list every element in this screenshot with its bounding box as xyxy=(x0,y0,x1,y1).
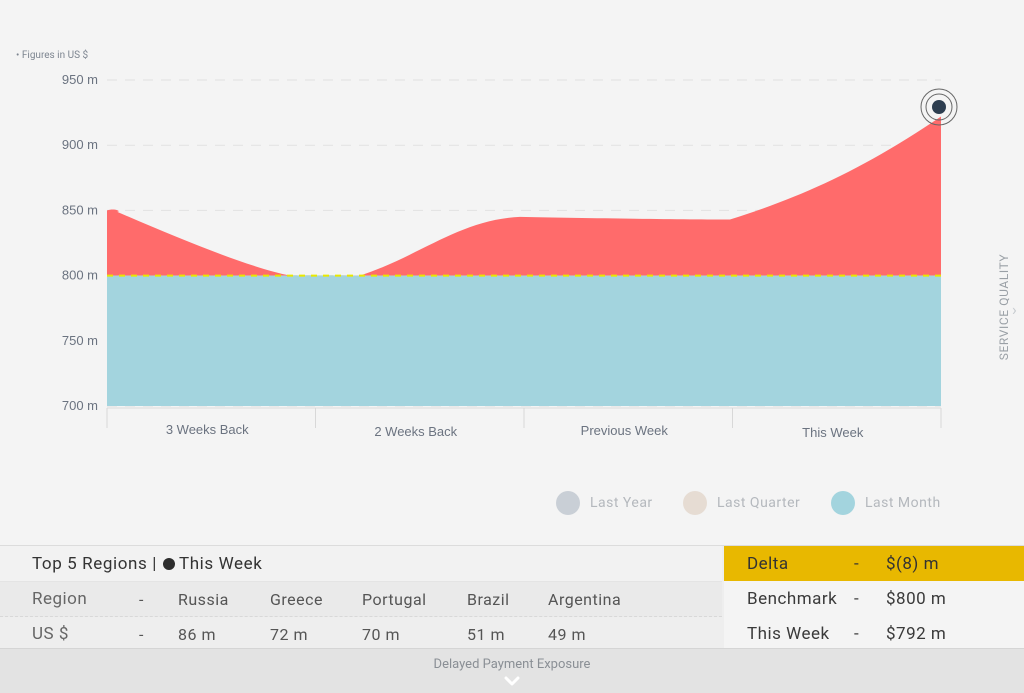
legend-item-last-month[interactable]: Last Month xyxy=(831,490,941,516)
table-row-values: US $ - 86 m 72 m 70 m 51 m 49 m xyxy=(0,617,722,651)
service-quality-label: SERVICE QUALITY xyxy=(997,253,1011,361)
region-name: Greece xyxy=(270,590,323,609)
delta-label: Delta xyxy=(747,554,789,574)
legend-label: Last Quarter xyxy=(717,495,801,511)
top-regions-table: Top 5 Regions | This Week Region - Russia… xyxy=(0,546,722,651)
this-week-value: $792 m xyxy=(886,624,947,644)
y-axis-ticks: 950 m 900 m 850 m 800 m 750 m 700 m xyxy=(62,72,98,413)
region-name: Brazil xyxy=(467,590,510,609)
region-value: 49 m xyxy=(548,625,586,644)
y-tick-label: 850 m xyxy=(62,202,98,217)
bottom-panel: Top 5 Regions | This Week Region - Russia… xyxy=(0,545,1024,651)
y-tick-label: 950 m xyxy=(62,72,98,87)
delta-value: $(8) m xyxy=(886,554,939,574)
chart-panel: • Figures in US $ 950 m 900 m 850 m 800 m 75… xyxy=(0,0,1024,545)
chevron-down-icon[interactable] xyxy=(504,675,520,689)
legend-label: Last Year xyxy=(590,495,653,511)
region-value: 72 m xyxy=(270,625,308,644)
y-tick-label: 750 m xyxy=(62,333,98,348)
area-above-benchmark xyxy=(107,116,941,280)
row-dash: - xyxy=(854,554,860,574)
chevron-right-icon[interactable]: › xyxy=(1012,300,1017,319)
region-value: 51 m xyxy=(467,625,505,644)
legend-dot xyxy=(831,491,855,515)
region-value: 70 m xyxy=(362,625,400,644)
bullet-icon xyxy=(162,558,175,570)
row-dash: - xyxy=(854,589,860,609)
region-name: Russia xyxy=(178,590,229,609)
this-week-label: This Week xyxy=(747,624,830,644)
footer-label: Delayed Payment Exposure xyxy=(433,657,591,672)
row-dash: - xyxy=(139,590,144,609)
x-category-label: 2 Weeks Back xyxy=(374,424,457,439)
this-week-row: This Week - $792 m xyxy=(724,616,1024,649)
x-axis: 3 Weeks Back 2 Weeks Back Previous Week Thi… xyxy=(106,407,942,440)
legend-label: Last Month xyxy=(865,495,941,511)
x-category-label: 3 Weeks Back xyxy=(166,422,249,437)
y-tick-label: 900 m xyxy=(62,137,98,152)
row-header: Region xyxy=(32,589,88,609)
legend-dot xyxy=(683,491,707,515)
y-tick-label: 700 m xyxy=(62,398,98,413)
benchmark-value: $800 m xyxy=(886,589,947,609)
region-name: Portugal xyxy=(362,590,427,609)
legend-item-last-year[interactable]: Last Year xyxy=(556,490,653,516)
region-value: 86 m xyxy=(178,625,216,644)
footer-drawer[interactable]: Delayed Payment Exposure xyxy=(0,648,1024,693)
benchmark-row: Benchmark - $800 m xyxy=(724,581,1024,616)
y-tick-label: 800 m xyxy=(62,268,98,283)
benchmark-label: Benchmark xyxy=(747,589,838,609)
row-dash: - xyxy=(139,625,144,644)
current-value-marker[interactable] xyxy=(920,88,958,126)
summary-panel: Delta - $(8) m Benchmark - $800 m This W… xyxy=(724,546,1024,649)
region-name: Argentina xyxy=(548,590,622,609)
x-category-label: This Week xyxy=(802,425,864,440)
delta-row: Delta - $(8) m xyxy=(724,546,1024,581)
row-header: US $ xyxy=(32,624,69,644)
regions-title-row: Top 5 Regions | This Week xyxy=(0,546,722,582)
legend-item-last-quarter[interactable]: Last Quarter xyxy=(683,490,800,516)
marker-ring xyxy=(932,100,946,114)
legend-dot xyxy=(556,491,580,515)
area-chart: 950 m 900 m 850 m 800 m 750 m 700 m 3 Weeks B… xyxy=(62,72,958,440)
base-area xyxy=(107,275,941,406)
table-row-region: Region - Russia Greece Portugal Brazil A… xyxy=(0,582,722,617)
x-category-label: Previous Week xyxy=(581,423,669,438)
regions-title: Top 5 Regions | This Week xyxy=(32,554,263,574)
service-quality-tab[interactable]: SERVICE QUALITY xyxy=(994,245,1011,375)
row-dash: - xyxy=(854,624,860,644)
